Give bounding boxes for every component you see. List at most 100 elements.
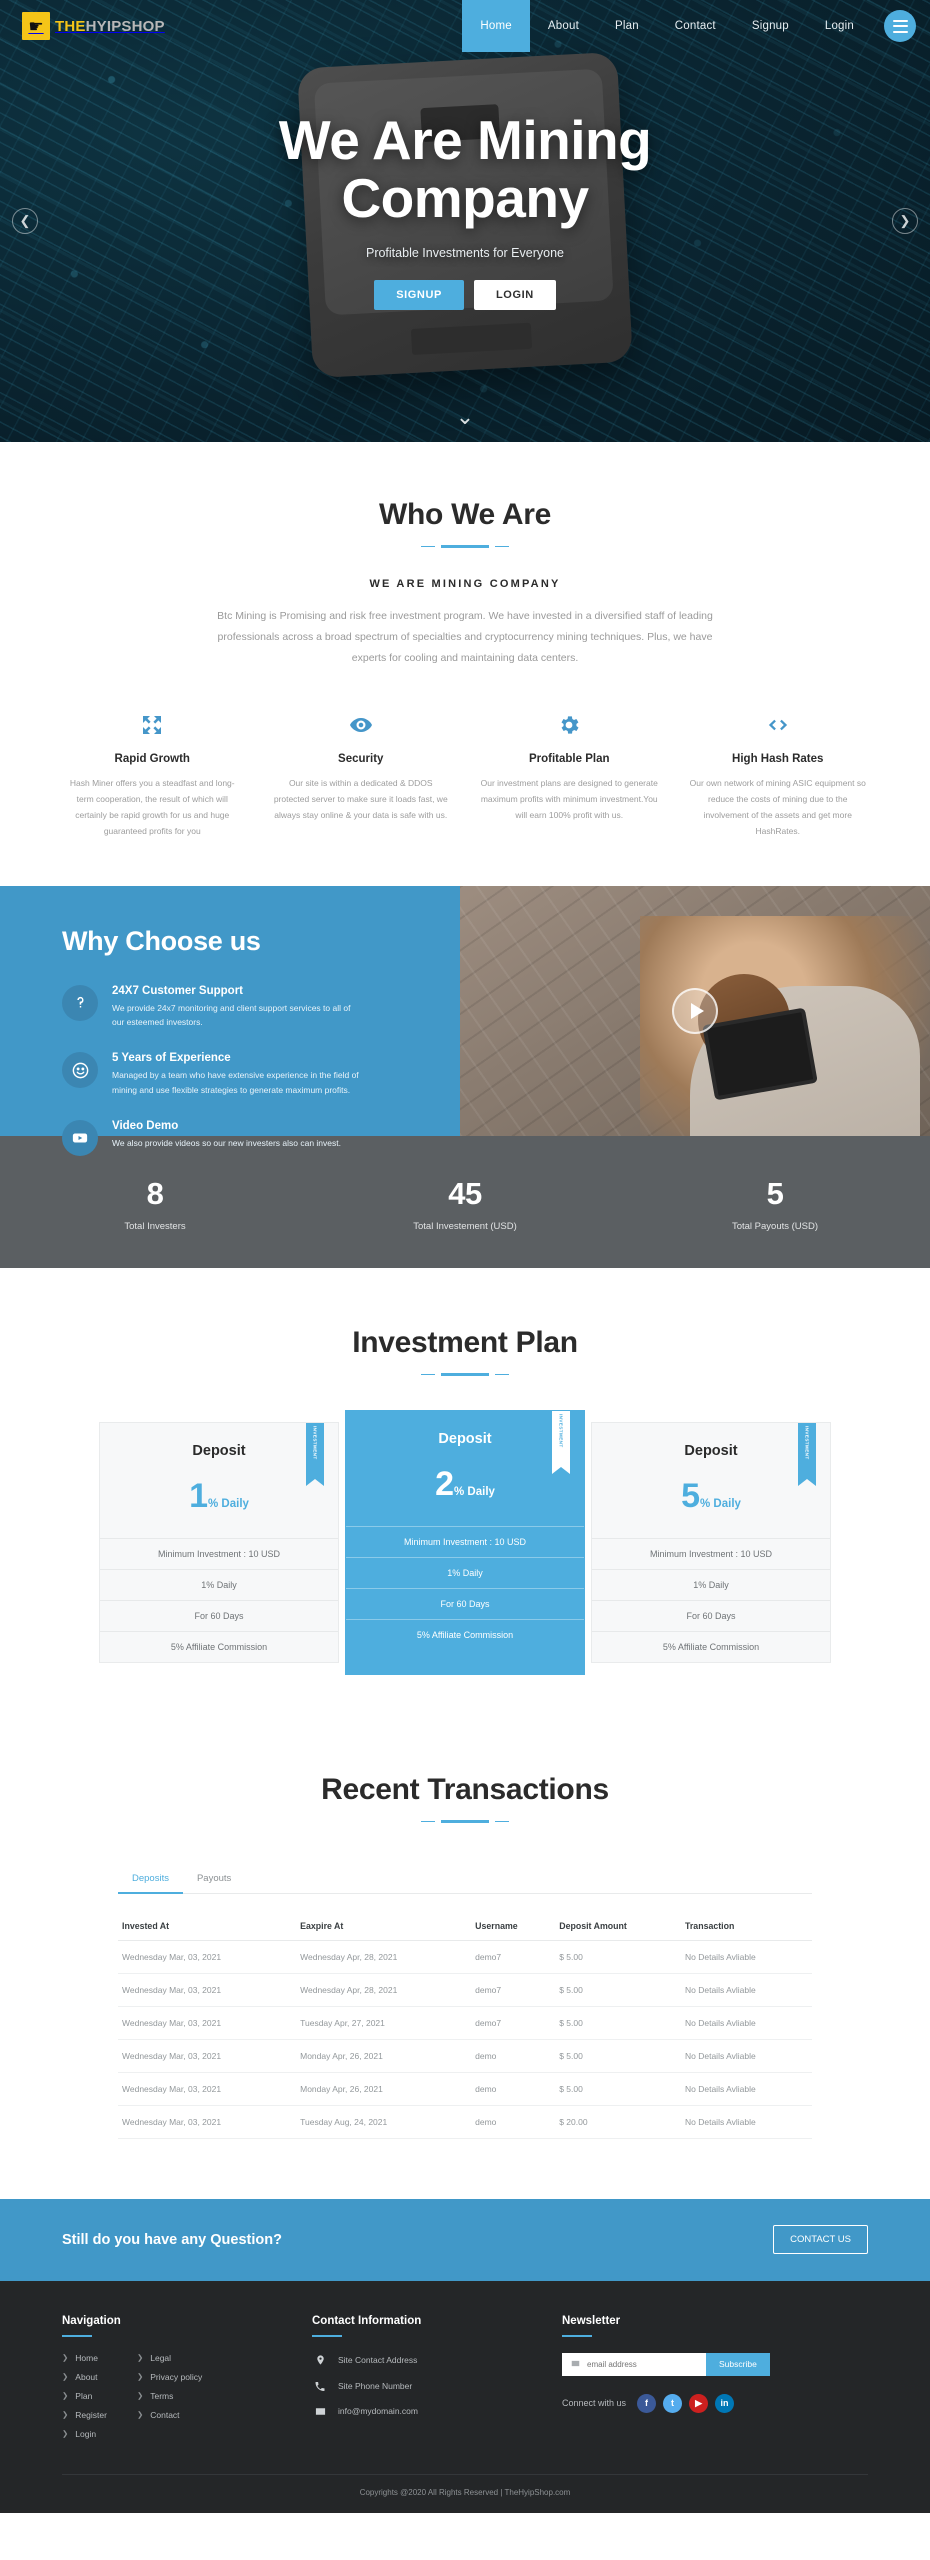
footer-nav-title: Navigation xyxy=(62,2314,121,2327)
transactions-table: Invested At Eaxpire At Username Deposit … xyxy=(118,1911,812,2139)
plan-detail: 5% Affiliate Commission xyxy=(100,1630,338,1662)
table-row: Wednesday Mar, 03, 2021 Wednesday Apr, 2… xyxy=(118,1973,812,2007)
plan-card[interactable]: INVESTMENT Deposit 5% Daily Minimum Inve… xyxy=(591,1421,831,1663)
chevron-right-icon: ❯ xyxy=(136,2410,144,2420)
cell-username: demo xyxy=(471,2039,556,2073)
copyright-text: Copyrights @2020 All Rights Reserved | T… xyxy=(62,2473,868,2513)
runner-icon: ☛ xyxy=(22,12,50,40)
subscribe-button[interactable]: Subscribe xyxy=(706,2352,770,2376)
footer-navigation: Navigation ❯ Home ❯ About ❯ Plan ❯ Register … xyxy=(62,2315,312,2448)
table-row: Wednesday Mar, 03, 2021 Wednesday Apr, 2… xyxy=(118,1940,812,1974)
plan-detail: For 60 Days xyxy=(100,1599,338,1631)
cta-banner: Still do you have any Question? CONTACT … xyxy=(0,2198,930,2281)
cell-invested-at: Wednesday Mar, 03, 2021 xyxy=(118,2105,297,2139)
plan-card-featured[interactable]: INVESTMENT Deposit 2% Daily Minimum Inve… xyxy=(345,1409,585,1675)
footer-link-legal[interactable]: ❯ Legal xyxy=(137,2353,202,2363)
footer-link-home[interactable]: ❯ Home xyxy=(62,2353,107,2363)
contact-us-button[interactable]: CONTACT US xyxy=(773,2225,868,2255)
tab-payouts[interactable]: Payouts xyxy=(183,1865,245,1894)
plan-ribbon: INVESTMENT xyxy=(552,1410,570,1474)
cell-invested-at: Wednesday Mar, 03, 2021 xyxy=(118,1973,297,2007)
table-row: Wednesday Mar, 03, 2021 Monday Apr, 26, … xyxy=(118,2072,812,2106)
chevron-left-icon[interactable]: ❮ xyxy=(12,208,38,234)
hamburger-icon[interactable] xyxy=(884,10,916,42)
footer-link-contact[interactable]: ❯ Contact xyxy=(137,2410,202,2420)
stat-value: 8 xyxy=(146,1175,164,1211)
cell-username: demo7 xyxy=(471,1973,556,2007)
stat-label: Total Investers xyxy=(124,1220,186,1232)
contact-email-row: info@mydomain.com xyxy=(312,2406,562,2417)
cell-expire-at: Tuesday Aug, 24, 2021 xyxy=(296,2105,472,2139)
cell-expire-at: Wednesday Apr, 28, 2021 xyxy=(296,1940,472,1974)
feature-desc: Hash Miner offers you a steadfast and lo… xyxy=(69,778,235,837)
nav-links: Home About Plan Contact Signup Login xyxy=(462,0,872,52)
hero-subtitle: Profitable Investments for Everyone xyxy=(365,245,564,260)
table-row: Wednesday Mar, 03, 2021 Tuesday Aug, 24,… xyxy=(118,2105,812,2139)
footer-link-login[interactable]: ❯ Login xyxy=(62,2429,107,2439)
stat-label: Total Investement (USD) xyxy=(413,1220,517,1232)
footer-divider xyxy=(62,2334,92,2337)
nav-item-about[interactable]: About xyxy=(530,0,597,52)
plan-detail: For 60 Days xyxy=(346,1587,584,1619)
twitter-icon[interactable]: t xyxy=(663,2393,683,2413)
who-we-are-body: Btc Mining is Promising and risk free in… xyxy=(217,610,713,664)
plan-name: Deposit xyxy=(192,1442,246,1459)
why-item-desc: We also provide videos so our new invest… xyxy=(112,1138,341,1149)
nav-item-login[interactable]: Login xyxy=(807,0,872,52)
why-choose-us-section: Why Choose us 24X7 Customer Support We p… xyxy=(0,885,930,1157)
cell-transaction: No Details Avliable xyxy=(681,1940,812,1974)
cell-username: demo7 xyxy=(471,1940,556,1974)
footer-link-privacy[interactable]: ❯ Privacy policy xyxy=(137,2372,202,2382)
chevron-right-icon: ❯ xyxy=(62,2391,69,2401)
chevron-down-icon[interactable]: ⌄ xyxy=(456,406,474,428)
footer-link-plan[interactable]: ❯ Plan xyxy=(62,2391,107,2401)
site-footer: Navigation ❯ Home ❯ About ❯ Plan ❯ Register … xyxy=(0,2280,930,2513)
connect-with-us-label: Connect with us xyxy=(562,2398,627,2409)
cell-amount: $ 20.00 xyxy=(555,2105,681,2139)
nav-item-contact[interactable]: Contact xyxy=(657,0,734,52)
section-divider xyxy=(421,1372,509,1376)
youtube-icon[interactable]: ▶ xyxy=(689,2393,709,2413)
stat-item: 45 Total Investement (USD) xyxy=(310,1176,620,1232)
plan-detail: 5% Affiliate Commission xyxy=(592,1630,830,1662)
cell-amount: $ 5.00 xyxy=(555,2039,681,2073)
nav-item-signup[interactable]: Signup xyxy=(734,0,807,52)
cell-transaction: No Details Avliable xyxy=(681,1973,812,2007)
contact-phone-row: Site Phone Number xyxy=(312,2380,562,2393)
play-button-icon[interactable] xyxy=(672,987,718,1034)
feature-card: Rapid Growth Hash Miner offers you a ste… xyxy=(52,713,253,840)
linkedin-icon[interactable]: in xyxy=(715,2393,735,2413)
chevron-right-icon: ❯ xyxy=(62,2410,69,2420)
video-thumbnail[interactable] xyxy=(460,885,930,1136)
cell-invested-at: Wednesday Mar, 03, 2021 xyxy=(118,2072,297,2106)
feature-title: High Hash Rates xyxy=(732,753,824,765)
hero-login-button[interactable]: LOGIN xyxy=(473,279,556,310)
hero-signup-button[interactable]: SIGNUP xyxy=(374,279,464,310)
why-item: 24X7 Customer Support We provide 24x7 mo… xyxy=(62,984,420,1031)
stat-value: 45 xyxy=(448,1175,482,1211)
cell-expire-at: Monday Apr, 26, 2021 xyxy=(296,2072,472,2106)
chevron-right-icon: ❯ xyxy=(136,2353,144,2363)
newsletter-email-input[interactable] xyxy=(587,2359,698,2369)
cell-amount: $ 5.00 xyxy=(555,1940,681,1974)
recent-transactions-section: Recent Transactions Deposits Payouts Inv… xyxy=(0,1716,930,2199)
footer-link-about[interactable]: ❯ About xyxy=(62,2372,107,2382)
footer-link-terms[interactable]: ❯ Terms xyxy=(137,2391,202,2401)
hero-section: ☛ THEHYIPSHOP Home About Plan Contact Si… xyxy=(0,0,930,442)
cell-invested-at: Wednesday Mar, 03, 2021 xyxy=(118,2039,297,2073)
site-logo[interactable]: ☛ THEHYIPSHOP xyxy=(22,0,165,52)
nav-item-home[interactable]: Home xyxy=(462,0,530,52)
investment-plan-title: Investment Plan xyxy=(352,1325,578,1359)
phone-icon xyxy=(312,2380,328,2393)
plan-card[interactable]: INVESTMENT Deposit 1% Daily Minimum Inve… xyxy=(99,1421,339,1663)
footer-link-register[interactable]: ❯ Register xyxy=(62,2410,107,2420)
cell-expire-at: Monday Apr, 26, 2021 xyxy=(296,2039,472,2073)
table-header-row: Invested At Eaxpire At Username Deposit … xyxy=(118,1911,812,1941)
nav-item-plan[interactable]: Plan xyxy=(597,0,657,52)
cell-invested-at: Wednesday Mar, 03, 2021 xyxy=(118,2006,297,2040)
cell-amount: $ 5.00 xyxy=(555,1973,681,2007)
chevron-right-icon[interactable]: ❯ xyxy=(892,208,918,234)
tab-deposits[interactable]: Deposits xyxy=(118,1865,183,1894)
feature-card: Security Our site is within a dedicated … xyxy=(261,713,462,840)
facebook-icon[interactable]: f xyxy=(637,2393,657,2413)
